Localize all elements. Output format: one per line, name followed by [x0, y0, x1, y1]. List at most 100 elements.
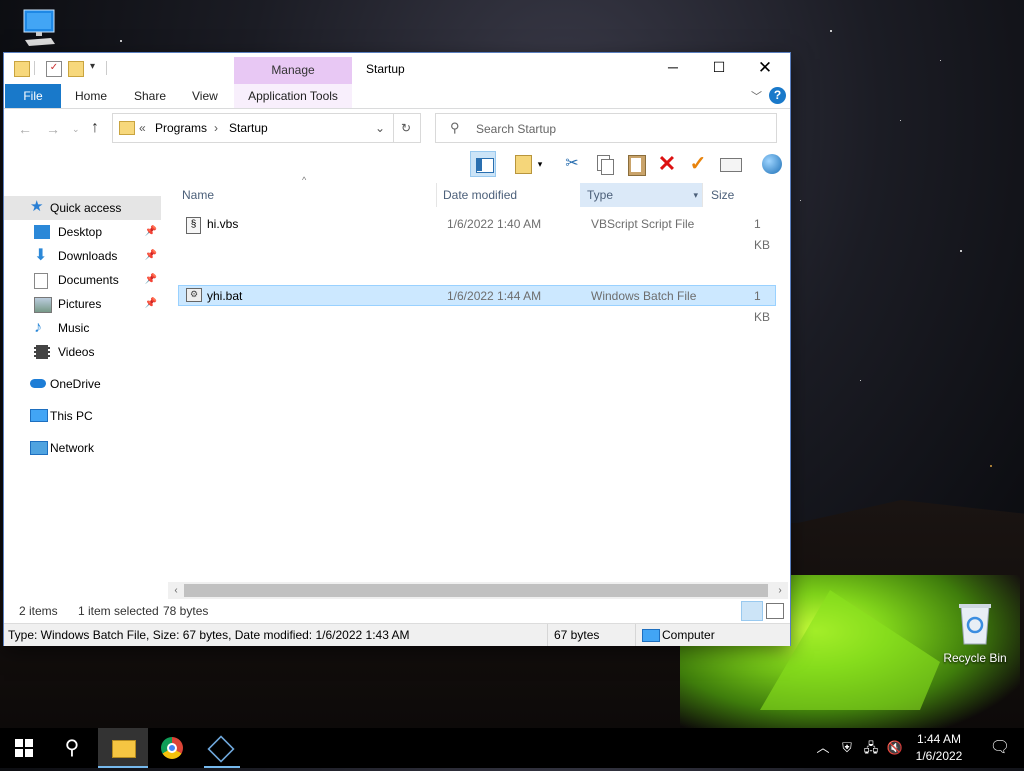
tab-application-tools[interactable]: Application Tools [234, 84, 352, 108]
speaker-muted-icon[interactable]: 🔇 [884, 728, 906, 768]
tab-share[interactable]: Share [134, 84, 166, 108]
nav-pictures[interactable]: Pictures 📌 [4, 292, 161, 316]
star [990, 465, 992, 467]
search-icon[interactable]: ⚲ [48, 728, 96, 768]
music-note-icon: ♪ [34, 319, 42, 336]
details-view-icon[interactable] [741, 601, 763, 621]
desktop-recycle-bin[interactable]: Recycle Bin [940, 602, 1010, 665]
tab-home[interactable]: Home [75, 84, 107, 108]
film-icon [34, 345, 50, 359]
copy-icon[interactable] [591, 151, 617, 177]
nav-music[interactable]: ♪ Music [4, 316, 161, 340]
address-history-chevron-icon[interactable]: ⌄ [375, 121, 385, 135]
back-arrow-icon[interactable]: ← [18, 121, 32, 137]
nav-label: Downloads [58, 249, 118, 263]
taskbar-virtualbox[interactable] [196, 728, 244, 768]
column-date-modified[interactable]: Date modified [443, 183, 581, 207]
column-divider[interactable] [702, 183, 703, 207]
preview-pane-icon[interactable] [470, 151, 496, 177]
nav-label: Quick access [50, 201, 122, 215]
notification-center-icon[interactable]: 🗨 [976, 728, 1024, 768]
large-icons-view-icon[interactable] [766, 603, 784, 619]
pin-icon[interactable]: 📌 [145, 244, 157, 268]
nav-videos[interactable]: Videos [4, 340, 161, 364]
refresh-button[interactable]: ↻ [392, 113, 421, 143]
column-size[interactable]: Size [711, 183, 771, 207]
breadcrumb-startup[interactable]: Startup [229, 121, 268, 135]
window-title: Startup [366, 62, 405, 76]
computer-icon [23, 9, 55, 46]
rename-check-icon[interactable]: ✓ [685, 151, 711, 177]
column-name[interactable]: Name [182, 183, 432, 207]
nav-label: Documents [58, 273, 119, 287]
delete-icon[interactable]: ✕ [654, 151, 680, 177]
network-icon[interactable]: 🖧 [860, 728, 882, 768]
column-divider[interactable] [436, 183, 437, 207]
system-clock[interactable]: 1:44 AM 1/6/2022 [906, 731, 972, 765]
maximize-button[interactable]: ☐ [696, 53, 742, 84]
nav-desktop[interactable]: Desktop 📌 [4, 220, 161, 244]
file-type: Windows Batch File [591, 289, 697, 303]
divider [635, 624, 636, 646]
security-shield-icon[interactable]: ⛨ [836, 728, 858, 768]
nav-this-pc[interactable]: This PC [4, 404, 161, 428]
search-input[interactable]: ⚲ Search Startup [435, 113, 777, 143]
nav-documents[interactable]: Documents 📌 [4, 268, 161, 292]
nav-onedrive[interactable]: OneDrive [4, 372, 161, 396]
nav-network[interactable]: Network [4, 436, 161, 460]
new-item-icon[interactable] [510, 151, 536, 177]
file-row-selected[interactable]: ⚙ yhi.bat 1/6/2022 1:44 AM Windows Batch… [178, 285, 776, 324]
breadcrumb-overflow[interactable]: « [139, 121, 146, 135]
taskbar-chrome[interactable] [148, 728, 196, 768]
recent-locations-chevron-icon[interactable]: ⌄ [72, 124, 80, 135]
taskbar-file-explorer[interactable] [98, 728, 148, 768]
nav-quick-access[interactable]: ★ Quick access [4, 196, 161, 220]
search-icon: ⚲ [450, 120, 460, 135]
cube-icon [207, 735, 235, 763]
title-bar: ✓ ▾ Manage Startup ─ ☐ ✕ [4, 53, 790, 84]
paste-icon[interactable] [623, 151, 649, 177]
file-row[interactable]: § hi.vbs 1/6/2022 1:40 AM VBScript Scrip… [178, 214, 776, 252]
new-folder-icon[interactable] [68, 61, 84, 77]
address-bar[interactable]: « Programs › Startup ⌄ [112, 113, 394, 143]
column-type-label: Type [587, 188, 614, 202]
customize-qat-icon[interactable]: ▾ [90, 61, 95, 72]
properties-icon[interactable]: ✓ [46, 61, 62, 77]
forward-arrow-icon[interactable]: → [46, 121, 60, 137]
recycle-bin-icon [959, 604, 991, 645]
start-button[interactable] [0, 728, 48, 768]
pictures-icon [34, 297, 52, 313]
expand-ribbon-chevron-icon[interactable]: ﹀ [751, 88, 762, 104]
desktop-this-pc-icon[interactable] [14, 8, 64, 53]
new-item-dropdown-icon[interactable]: ▾ [534, 151, 546, 177]
globe-icon[interactable] [759, 151, 785, 177]
nav-label: Pictures [58, 297, 102, 311]
horizontal-scrollbar[interactable]: ‹ › [168, 582, 788, 599]
show-hidden-icons-chevron-icon[interactable]: ︿ [812, 728, 834, 768]
help-icon[interactable]: ? [769, 87, 786, 104]
column-type[interactable]: Type ▾ [580, 183, 702, 207]
minimize-button[interactable]: ─ [650, 53, 696, 84]
address-row: ← → ⌄ ↑ « Programs › Startup ⌄ ↻ ⚲ Searc… [4, 109, 790, 147]
pin-icon[interactable]: 📌 [145, 292, 157, 316]
column-filter-chevron-icon[interactable]: ▾ [693, 183, 698, 207]
tab-view[interactable]: View [192, 84, 218, 108]
folder-icon[interactable] [14, 61, 30, 77]
scrollbar-thumb[interactable] [184, 584, 768, 597]
nav-downloads[interactable]: ⬇ Downloads 📌 [4, 244, 161, 268]
scroll-right-arrow-icon[interactable]: › [772, 582, 788, 599]
taskbar: ⚲ ︿ ⛨ 🖧 🔇 1:44 AM 1/6/2022 🗨 [0, 728, 1024, 768]
divider [106, 61, 107, 75]
pin-icon[interactable]: 📌 [145, 220, 157, 244]
tab-file[interactable]: File [5, 84, 61, 108]
properties-card-icon[interactable] [717, 151, 743, 177]
up-arrow-icon[interactable]: ↑ [91, 119, 99, 137]
breadcrumb-programs[interactable]: Programs [155, 121, 207, 135]
scroll-left-arrow-icon[interactable]: ‹ [168, 582, 184, 599]
selected-bytes: 78 bytes [163, 604, 209, 618]
cut-icon[interactable]: ✂ [559, 151, 585, 177]
clock-time: 1:44 AM [916, 732, 962, 746]
manage-context-tab[interactable]: Manage [234, 57, 352, 84]
close-button[interactable]: ✕ [742, 53, 788, 84]
pin-icon[interactable]: 📌 [145, 268, 157, 292]
